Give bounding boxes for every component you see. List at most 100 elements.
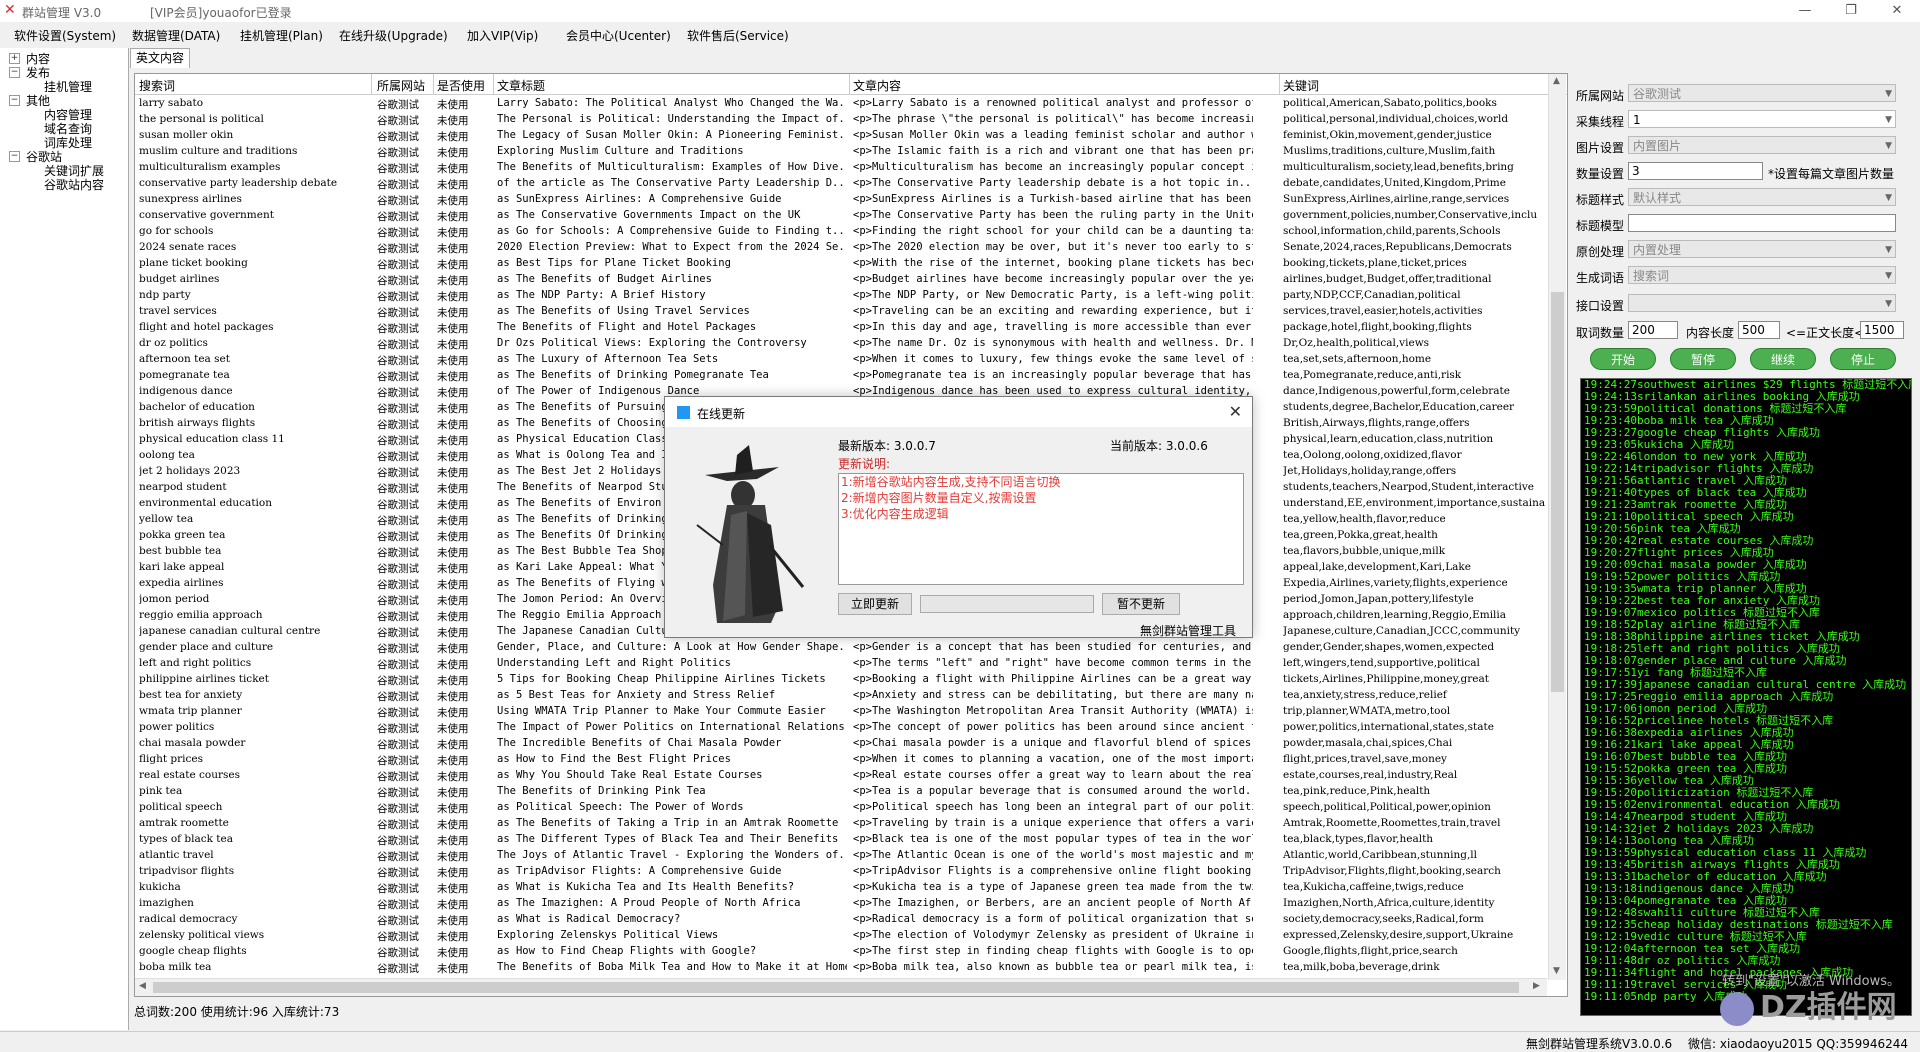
- table-row[interactable]: real estate courses 谷歌测试 未使用 as Why You Sh…: [135, 768, 1567, 784]
- tab-english-content[interactable]: 英文内容: [130, 48, 190, 68]
- gen-words-select[interactable]: 搜索词 ▼: [1628, 266, 1896, 284]
- changelog-box[interactable]: 1:新增谷歌站内容生成,支持不同语言切换 2:新增内容图片数量自定义,按需设置 …: [838, 473, 1244, 585]
- table-row[interactable]: types of black tea 谷歌测试 未使用 as The Differe…: [135, 832, 1567, 848]
- scroll-down-icon[interactable]: ▼: [1553, 966, 1560, 976]
- menu-system[interactable]: 软件设置(System): [14, 27, 116, 44]
- table-row[interactable]: gender place and culture 谷歌测试 未使用 Gender, P…: [135, 640, 1567, 656]
- column-header[interactable]: 关键词: [1283, 77, 1319, 94]
- table-row[interactable]: afternoon tea set 谷歌测试 未使用 as The Luxury o…: [135, 352, 1567, 368]
- vertical-scrollbar[interactable]: ▲ ▼: [1548, 74, 1566, 980]
- table-row[interactable]: google cheap flights 谷歌测试 未使用 as How to Fi…: [135, 944, 1567, 960]
- table-row[interactable]: atlantic travel 谷歌测试 未使用 The Joys of Atlant…: [135, 848, 1567, 864]
- table-row[interactable]: philippine airlines ticket 谷歌测试 未使用 5 Tips …: [135, 672, 1567, 688]
- table-row[interactable]: pomegranate tea 谷歌测试 未使用 as The Benefits o…: [135, 368, 1567, 384]
- scroll-left-icon[interactable]: ◀: [139, 981, 146, 991]
- table-row[interactable]: the personal is political 谷歌测试 未使用 The Pers…: [135, 112, 1567, 128]
- scroll-thumb[interactable]: [153, 982, 1519, 993]
- content-length-min-input[interactable]: 500: [1738, 321, 1780, 339]
- menu-service[interactable]: 软件售后(Service): [687, 27, 789, 44]
- title-model-input[interactable]: [1628, 214, 1896, 232]
- collapse-icon[interactable]: −: [9, 95, 20, 106]
- horizontal-scrollbar[interactable]: ◀ ▶: [135, 978, 1547, 996]
- table-row[interactable]: power politics 谷歌测试 未使用 The Impact of Power…: [135, 720, 1567, 736]
- table-row[interactable]: larry sabato 谷歌测试 未使用 Larry Sabato: The Pol…: [135, 96, 1567, 112]
- column-header[interactable]: 所属网站: [377, 77, 425, 94]
- tree-node-plan[interactable]: 挂机管理: [44, 78, 92, 95]
- fetch-count-input[interactable]: 200: [1628, 321, 1678, 339]
- column-header[interactable]: 搜索词: [139, 77, 175, 94]
- table-row[interactable]: chai masala powder 谷歌测试 未使用 The Incredible …: [135, 736, 1567, 752]
- table-row[interactable]: flight and hotel packages 谷歌测试 未使用 The Bene…: [135, 320, 1567, 336]
- table-row[interactable]: dr oz politics 谷歌测试 未使用 Dr Ozs Political Vi…: [135, 336, 1567, 352]
- table-row[interactable]: susan moller okin 谷歌测试 未使用 The Legacy of Su…: [135, 128, 1567, 144]
- column-divider[interactable]: [493, 74, 494, 94]
- scroll-right-icon[interactable]: ▶: [1533, 981, 1540, 991]
- table-row[interactable]: conservative government 谷歌测试 未使用 as The Co…: [135, 208, 1567, 224]
- close-icon[interactable]: ✕: [1229, 402, 1242, 421]
- menu-vip[interactable]: 加入VIP(Vip): [467, 27, 538, 44]
- collapse-icon[interactable]: −: [9, 67, 20, 78]
- table-row[interactable]: budget airlines 谷歌测试 未使用 as The Benefits o…: [135, 272, 1567, 288]
- column-header[interactable]: 文章内容: [853, 77, 901, 94]
- site-select[interactable]: 谷歌测试 ▼: [1628, 84, 1896, 102]
- collapse-icon[interactable]: −: [9, 151, 20, 162]
- column-divider[interactable]: [371, 74, 372, 94]
- table-row[interactable]: travel services 谷歌测试 未使用 as The Benefits o…: [135, 304, 1567, 320]
- table-row[interactable]: flight prices 谷歌测试 未使用 as How to Find the …: [135, 752, 1567, 768]
- scroll-up-icon[interactable]: ▲: [1553, 76, 1560, 86]
- table-row[interactable]: political speech 谷歌测试 未使用 as Political Spe…: [135, 800, 1567, 816]
- start-button[interactable]: 开始: [1590, 348, 1656, 370]
- table-row[interactable]: sunexpress airlines 谷歌测试 未使用 as SunExpress…: [135, 192, 1567, 208]
- table-row[interactable]: best tea for anxiety 谷歌测试 未使用 as 5 Best Te…: [135, 688, 1567, 704]
- log-console[interactable]: 19:24:27southwest airlines $29 flights 标…: [1580, 378, 1912, 1016]
- column-header[interactable]: 是否使用: [437, 77, 485, 94]
- table-row[interactable]: radical democracy 谷歌测试 未使用 as What is Radi…: [135, 912, 1567, 928]
- table-row[interactable]: plane ticket booking 谷歌测试 未使用 as Best Tips…: [135, 256, 1567, 272]
- expand-icon[interactable]: +: [9, 53, 20, 64]
- table-row[interactable]: muslim culture and traditions 谷歌测试 未使用 Expl…: [135, 144, 1567, 160]
- title-style-select[interactable]: 默认样式 ▼: [1628, 188, 1896, 206]
- menu-data[interactable]: 数据管理(DATA): [132, 27, 220, 44]
- api-select[interactable]: ▼: [1628, 294, 1896, 312]
- not-now-button[interactable]: 暂不更新: [1102, 593, 1180, 615]
- table-row[interactable]: amtrak roomette 谷歌测试 未使用 as The Benefits o…: [135, 816, 1567, 832]
- original-select[interactable]: 内置处理 ▼: [1628, 240, 1896, 258]
- stop-button[interactable]: 停止: [1830, 348, 1896, 370]
- column-header[interactable]: 文章标题: [497, 77, 545, 94]
- usage-cell: 未使用: [437, 195, 469, 207]
- site-cell: 谷歌测试: [377, 659, 419, 671]
- image-count-input[interactable]: 3: [1628, 162, 1763, 180]
- table-row[interactable]: conservative party leadership debate 谷歌测试…: [135, 176, 1567, 192]
- scroll-thumb[interactable]: [1551, 292, 1564, 692]
- column-divider[interactable]: [849, 74, 850, 94]
- pause-button[interactable]: 暂停: [1670, 348, 1736, 370]
- table-row[interactable]: pink tea 谷歌测试 未使用 The Benefits of Drinking …: [135, 784, 1567, 800]
- image-select[interactable]: 内置图片 ▼: [1628, 136, 1896, 154]
- table-row[interactable]: ndp party 谷歌测试 未使用 as The NDP Party: A Bri…: [135, 288, 1567, 304]
- table-row[interactable]: kukicha 谷歌测试 未使用 as What is Kukicha Tea an…: [135, 880, 1567, 896]
- table-row[interactable]: left and right politics 谷歌测试 未使用 Understand…: [135, 656, 1567, 672]
- table-row[interactable]: wmata trip planner 谷歌测试 未使用 Using WMATA Tri…: [135, 704, 1567, 720]
- menu-ucenter[interactable]: 会员中心(Ucenter): [566, 27, 671, 44]
- column-divider[interactable]: [1279, 74, 1280, 94]
- menu-upgrade[interactable]: 在线升级(Upgrade): [339, 27, 448, 44]
- threads-select[interactable]: 1 ▼: [1628, 110, 1896, 128]
- table-row[interactable]: boba milk tea 谷歌测试 未使用 The Benefits of Boba…: [135, 960, 1567, 976]
- content-length-max-input[interactable]: 1500: [1860, 321, 1904, 339]
- minimize-button[interactable]: —: [1782, 0, 1828, 22]
- close-button[interactable]: ✕: [1874, 0, 1920, 22]
- maximize-button[interactable]: ❐: [1828, 0, 1874, 22]
- table-row[interactable]: tripadvisor flights 谷歌测试 未使用 as TripAdviso…: [135, 864, 1567, 880]
- table-row[interactable]: zelensky political views 谷歌测试 未使用 Exploring…: [135, 928, 1567, 944]
- column-divider[interactable]: [433, 74, 434, 94]
- update-now-button[interactable]: 立即更新: [838, 593, 912, 615]
- usage-cell: 未使用: [437, 307, 469, 319]
- table-row[interactable]: multiculturalism examples 谷歌测试 未使用 The Bene…: [135, 160, 1567, 176]
- table-row[interactable]: imazighen 谷歌测试 未使用 as The Imazighen: A Pro…: [135, 896, 1567, 912]
- table-row[interactable]: 2024 senate races 谷歌测试 未使用 2020 Election Pr…: [135, 240, 1567, 256]
- article-content-cell: <p>Traveling by train is a unique experi…: [853, 817, 1253, 829]
- tree-node-google-content[interactable]: 谷歌站内容: [44, 176, 104, 193]
- continue-button[interactable]: 继续: [1750, 348, 1816, 370]
- menu-plan[interactable]: 挂机管理(Plan): [240, 27, 323, 44]
- table-row[interactable]: go for schools 谷歌测试 未使用 as Go for Schools:…: [135, 224, 1567, 240]
